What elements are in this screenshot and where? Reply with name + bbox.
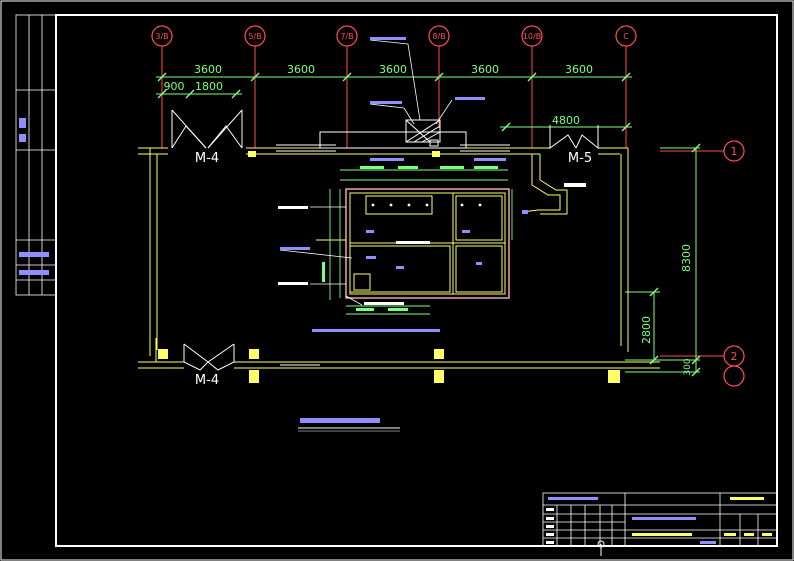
- cad-drawing: 3/B 5/B 7/B 8/B 10/B C 1 2 3600 3600 360…: [0, 0, 794, 561]
- axis-label-2: 2: [731, 350, 738, 363]
- building-walls: [138, 147, 660, 369]
- dim-span-2: 3600: [287, 63, 315, 76]
- drawing-caption: [298, 418, 400, 432]
- dim-span-5: 3600: [565, 63, 593, 76]
- door-label-bottom-left: M-4: [195, 373, 219, 388]
- door-swing-top-right: [549, 125, 599, 150]
- door-swing-bottom-left: [183, 343, 235, 371]
- door-swing-top-left: [171, 109, 243, 149]
- pit-dimension-ticks: [322, 166, 498, 311]
- dim-span-4: 3600: [471, 63, 499, 76]
- dim-vertical-8300: 8300: [680, 244, 693, 272]
- top-axis-lines: [161, 46, 627, 148]
- top-axis-bubbles: [151, 25, 637, 47]
- dim-sub-1800: 1800: [195, 80, 223, 93]
- door-label-top-right: M-5: [568, 151, 592, 166]
- vent-stack: [319, 119, 467, 149]
- axis-label-8b: 8/B: [432, 32, 445, 41]
- dim-vertical-300: 300: [683, 358, 693, 375]
- dim-vertical-2800: 2800: [640, 316, 653, 344]
- axis-bubble-2b: [723, 365, 745, 387]
- dim-span-3: 3600: [379, 63, 407, 76]
- axis-label-7b: 7/B: [340, 32, 353, 41]
- dim-span-1: 3600: [194, 63, 222, 76]
- binding-strip-marks: [19, 118, 49, 275]
- dim-sub-900: 900: [164, 80, 185, 93]
- axis-label-3b: 3/B: [155, 32, 168, 41]
- title-block-text-marks: [546, 497, 772, 544]
- axis-label-10b: 10/B: [523, 32, 541, 41]
- pit-small-dots: [371, 203, 482, 207]
- annotation-leaders: [279, 39, 453, 306]
- dim-right-4800: 4800: [552, 114, 580, 127]
- annotation-notes: [280, 37, 528, 332]
- sheet-inner-border: [55, 14, 778, 547]
- axis-label-1: 1: [731, 145, 738, 158]
- axis-label-c: C: [623, 32, 629, 41]
- axis-label-5b: 5/B: [248, 32, 261, 41]
- door-label-top-left: M-4: [195, 151, 219, 166]
- sheet-outer-border: [0, 0, 794, 561]
